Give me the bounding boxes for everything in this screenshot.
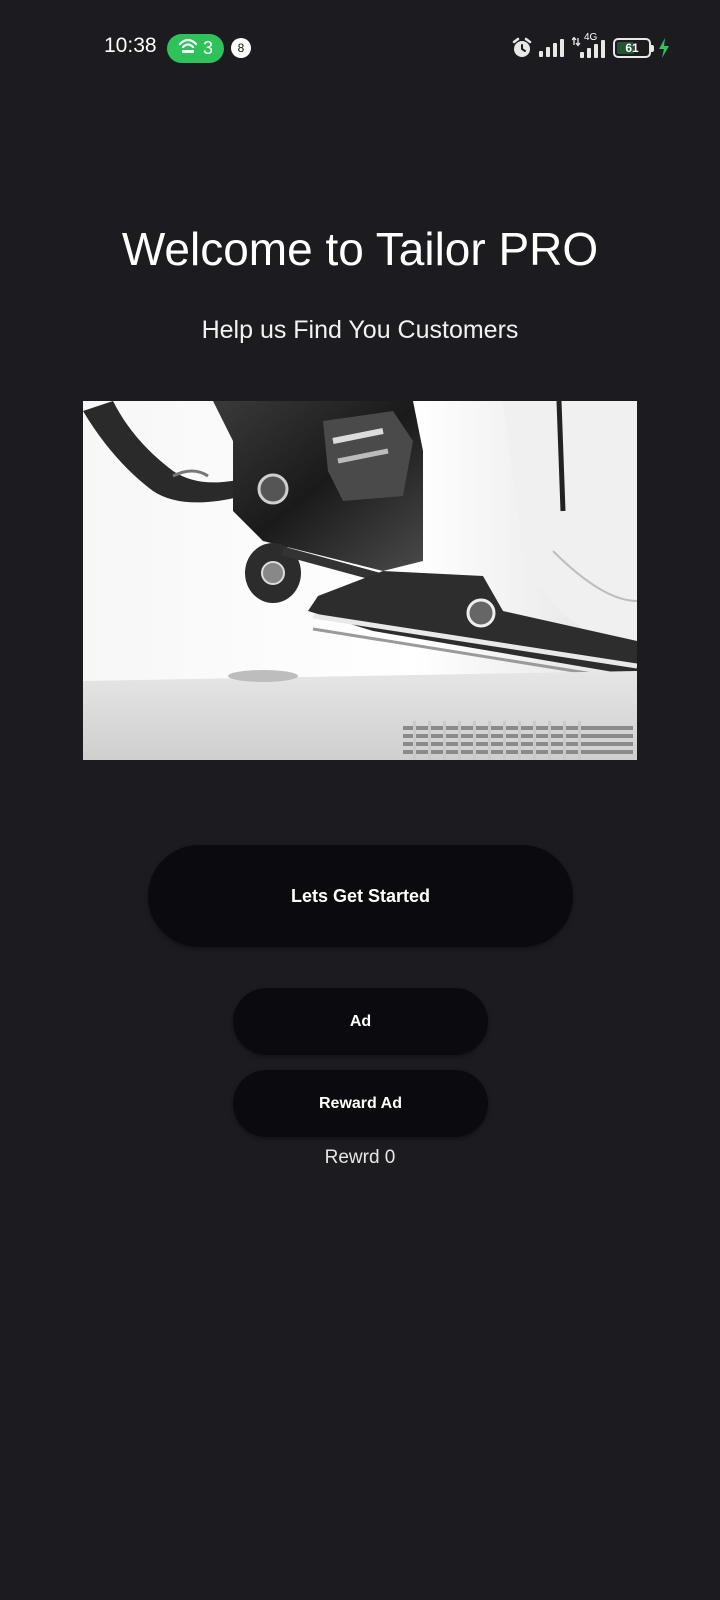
hotspot-indicator[interactable]: 3 bbox=[167, 34, 224, 63]
charging-icon bbox=[658, 38, 670, 58]
signal-icon bbox=[539, 38, 565, 58]
sewing-machine-image bbox=[83, 401, 637, 760]
page-subtitle: Help us Find You Customers bbox=[201, 316, 519, 344]
alarm-icon bbox=[512, 37, 532, 59]
status-bar: 10:38 3 8 4G 61 bbox=[0, 0, 720, 96]
network-type-label: 4G bbox=[584, 32, 598, 43]
battery-icon: 61 bbox=[613, 38, 654, 58]
reward-ad-button[interactable]: Reward Ad bbox=[233, 1070, 488, 1137]
app-screen: 10:38 3 8 4G 61 Welcome to Tailor PRO He… bbox=[0, 0, 720, 1600]
status-icons: 4G 61 bbox=[512, 32, 670, 60]
hotspot-device-count: 3 bbox=[202, 38, 213, 58]
get-started-button[interactable]: Lets Get Started bbox=[148, 845, 573, 947]
reward-count-text: Rewrd 0 bbox=[324, 1147, 396, 1168]
notification-count-badge: 8 bbox=[231, 38, 251, 58]
battery-level: 61 bbox=[625, 41, 639, 55]
hotspot-icon bbox=[178, 37, 198, 60]
ad-button[interactable]: Ad bbox=[233, 988, 488, 1055]
signal-4g-icon: 4G bbox=[572, 32, 606, 59]
page-title: Welcome to Tailor PRO bbox=[121, 223, 599, 275]
status-time: 10:38 bbox=[104, 34, 157, 57]
